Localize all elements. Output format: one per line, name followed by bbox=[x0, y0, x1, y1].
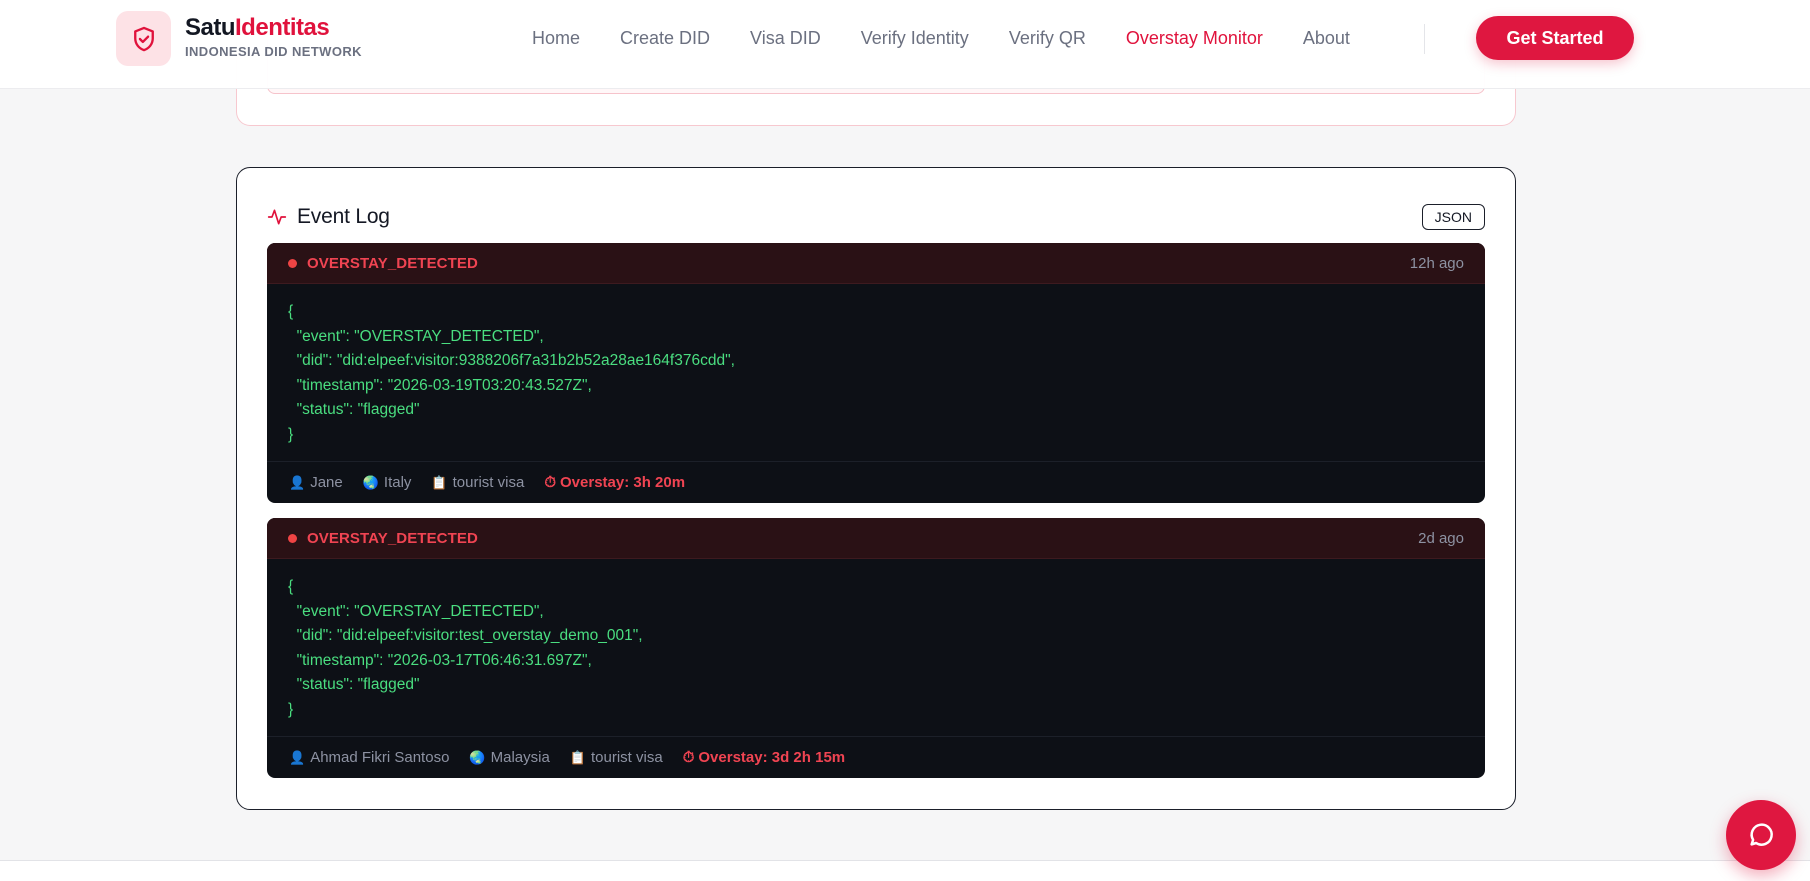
visa-type: 📋 tourist visa bbox=[431, 474, 524, 491]
chat-bubble-icon bbox=[1750, 823, 1773, 846]
person-icon: 👤 bbox=[289, 474, 306, 490]
document-icon: 📋 bbox=[431, 474, 448, 490]
log-entry-header: OVERSTAY_DETECTED 12h ago bbox=[267, 243, 1485, 284]
get-started-button[interactable]: Get Started bbox=[1476, 16, 1634, 60]
nav-create-did[interactable]: Create DID bbox=[620, 28, 710, 49]
brand-subtitle: INDONESIA DID NETWORK bbox=[185, 44, 362, 59]
event-time-ago: 12h ago bbox=[1409, 254, 1464, 272]
json-view-button[interactable]: JSON bbox=[1421, 204, 1485, 230]
nav-overstay-monitor[interactable]: Overstay Monitor bbox=[1126, 28, 1263, 49]
brand-name-part1: Satu bbox=[185, 14, 236, 41]
event-type-label: OVERSTAY_DETECTED bbox=[307, 254, 478, 272]
shield-check-icon bbox=[133, 26, 154, 51]
chat-button[interactable] bbox=[1726, 800, 1796, 870]
globe-icon: 🌏 bbox=[362, 474, 379, 490]
brand-logo[interactable] bbox=[116, 11, 171, 66]
footer bbox=[0, 861, 1810, 881]
visa-type: 📋 tourist visa bbox=[570, 749, 663, 766]
log-entry-type: OVERSTAY_DETECTED bbox=[288, 255, 478, 272]
visitor-country: 🌏 Italy bbox=[363, 474, 412, 491]
event-log-card: Event Log JSON OVERSTAY_DETECTED 12h ago… bbox=[236, 167, 1516, 810]
activity-pulse-icon bbox=[267, 209, 287, 225]
visa-type-text: tourist visa bbox=[452, 474, 525, 491]
visitor-country-text: Italy bbox=[383, 474, 412, 491]
main-nav: Home Create DID Visa DID Verify Identity… bbox=[532, 22, 1350, 54]
nav-visa-did[interactable]: Visa DID bbox=[750, 28, 821, 49]
overstay-duration: ⏱ Overstay: 3h 20m bbox=[544, 474, 685, 491]
alert-dot-icon bbox=[288, 533, 297, 543]
alert-dot-icon bbox=[288, 258, 297, 268]
brand-text[interactable]: SatuIdentitas INDONESIA DID NETWORK bbox=[185, 14, 362, 59]
brand-name: SatuIdentitas bbox=[185, 14, 362, 42]
overstay-duration-text: Overstay: 3h 20m bbox=[560, 474, 686, 491]
log-entry-type: OVERSTAY_DETECTED bbox=[288, 530, 478, 547]
event-json-payload: { "event": "OVERSTAY_DETECTED", "did": "… bbox=[288, 303, 735, 443]
overstay-duration: ⏱ Overstay: 3d 2h 15m bbox=[683, 749, 845, 766]
visitor-name: 👤 Jane bbox=[289, 474, 343, 491]
nav-divider bbox=[1424, 24, 1425, 54]
log-entry: OVERSTAY_DETECTED 2d ago { "event": "OVE… bbox=[267, 518, 1485, 778]
timer-icon: ⏱ bbox=[544, 474, 557, 491]
log-entry: OVERSTAY_DETECTED 12h ago { "event": "OV… bbox=[267, 243, 1485, 503]
event-json-payload: { "event": "OVERSTAY_DETECTED", "did": "… bbox=[288, 578, 643, 718]
event-type-label: OVERSTAY_DETECTED bbox=[307, 529, 478, 547]
log-entry-header: OVERSTAY_DETECTED 2d ago bbox=[267, 518, 1485, 559]
timer-icon: ⏱ bbox=[682, 749, 695, 766]
visitor-country-text: Malaysia bbox=[490, 749, 550, 766]
visitor-country: 🌏 Malaysia bbox=[469, 749, 549, 766]
event-log-title-group: Event Log bbox=[267, 205, 390, 229]
top-navbar: SatuIdentitas INDONESIA DID NETWORK Home… bbox=[0, 0, 1810, 89]
visitor-name: 👤 Ahmad Fikri Santoso bbox=[289, 749, 449, 766]
log-entry-meta: 👤 Jane 🌏 Italy 📋 tourist visa ⏱ Overstay… bbox=[267, 461, 1485, 503]
person-icon: 👤 bbox=[289, 749, 306, 765]
brand-name-part2: Identitas bbox=[235, 14, 330, 41]
event-log-header: Event Log JSON bbox=[267, 202, 1485, 232]
event-log-title: Event Log bbox=[297, 205, 390, 228]
visa-type-text: tourist visa bbox=[590, 749, 663, 766]
log-entry-meta: 👤 Ahmad Fikri Santoso 🌏 Malaysia 📋 touri… bbox=[267, 736, 1485, 778]
nav-home[interactable]: Home bbox=[532, 28, 580, 49]
event-time-ago: 2d ago bbox=[1418, 529, 1464, 547]
globe-icon: 🌏 bbox=[469, 749, 486, 765]
nav-about[interactable]: About bbox=[1303, 28, 1350, 49]
nav-verify-identity[interactable]: Verify Identity bbox=[861, 28, 969, 49]
overstay-duration-text: Overstay: 3d 2h 15m bbox=[698, 749, 846, 766]
visitor-name-text: Jane bbox=[310, 474, 343, 491]
document-icon: 📋 bbox=[569, 749, 586, 765]
visitor-name-text: Ahmad Fikri Santoso bbox=[310, 749, 450, 766]
nav-verify-qr[interactable]: Verify QR bbox=[1009, 28, 1086, 49]
